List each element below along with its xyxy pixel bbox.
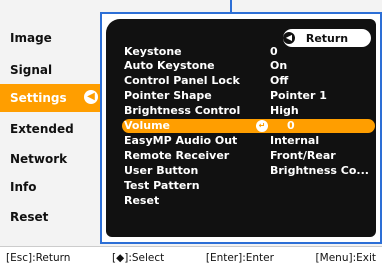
- menu-row-value: 0: [270, 45, 278, 58]
- menu-row-label: Test Pattern: [124, 179, 200, 192]
- sidebar-item-label: Extended: [10, 122, 74, 136]
- enter-arrow-icon: ↵: [256, 120, 268, 132]
- esc-hint: [Esc]:Return: [6, 251, 71, 264]
- sidebar-item-label: Settings: [10, 91, 67, 105]
- sidebar-item-signal[interactable]: Signal: [0, 56, 100, 84]
- pointer-line: [230, 0, 232, 12]
- menu-row-value: High: [270, 104, 299, 117]
- menu-row-value: Off: [270, 74, 289, 87]
- selection-arrow-icon: ◀: [84, 90, 98, 104]
- sidebar-item-label: Signal: [10, 63, 53, 77]
- menu-row-label: User Button: [124, 164, 199, 177]
- sidebar-item-label: Info: [10, 180, 37, 194]
- menu-row-value: On: [270, 59, 288, 72]
- enter-hint: [Enter]:Enter: [205, 251, 274, 264]
- menu-row-user-button[interactable]: User Button Brightness Co...: [122, 164, 375, 178]
- sidebar: Image Signal Settings ◀ Extended Network…: [0, 0, 100, 246]
- menu-row-label: Brightness Control: [124, 104, 241, 117]
- menu-row-pointer-shape[interactable]: Pointer Shape Pointer 1: [122, 89, 375, 103]
- menu-row-label: EasyMP Audio Out: [124, 134, 238, 147]
- menu-row-value: Front/Rear: [270, 149, 336, 162]
- menu-row-label: Pointer Shape: [124, 89, 212, 102]
- sidebar-item-image[interactable]: Image: [0, 24, 100, 52]
- key-help-bar: [Esc]:Return [◆]:Select [Enter]:Enter [M…: [0, 246, 382, 268]
- menu-row-label: Volume: [124, 119, 170, 132]
- menu-row-keystone[interactable]: Keystone 0: [122, 45, 375, 59]
- select-hint: [◆]:Select: [112, 251, 165, 264]
- menu-row-label: Keystone: [124, 45, 182, 58]
- sidebar-item-reset[interactable]: Reset: [0, 203, 100, 231]
- menu-row-label: Control Panel Lock: [124, 74, 240, 87]
- menu-row-auto-keystone[interactable]: Auto Keystone On: [122, 59, 375, 73]
- return-label: Return: [305, 31, 349, 45]
- menu-row-test-pattern[interactable]: Test Pattern: [122, 179, 375, 193]
- sidebar-item-label: Network: [10, 152, 68, 166]
- sidebar-item-settings[interactable]: Settings ◀: [0, 84, 100, 112]
- menu-hint: [Menu]:Exit: [315, 251, 376, 264]
- menu-row-value: 0: [287, 119, 295, 132]
- menu-row-value: Pointer 1: [270, 89, 327, 102]
- menu-row-reset[interactable]: Reset: [122, 194, 375, 208]
- menu-row-easymp-audio-out[interactable]: EasyMP Audio Out Internal: [122, 134, 375, 148]
- menu-row-value: Internal: [270, 134, 320, 147]
- sidebar-item-network[interactable]: Network: [0, 145, 100, 173]
- menu-row-label: Reset: [124, 194, 160, 207]
- menu-row-brightness-control[interactable]: Brightness Control High: [122, 104, 375, 118]
- menu-row-remote-receiver[interactable]: Remote Receiver Front/Rear: [122, 149, 375, 163]
- chevron-left-icon: ◀: [283, 32, 295, 44]
- sidebar-item-extended[interactable]: Extended: [0, 115, 100, 143]
- menu-row-volume[interactable]: Volume ↵ 0: [122, 119, 375, 133]
- menu-row-value: Brightness Co...: [270, 164, 369, 177]
- sidebar-item-info[interactable]: Info: [0, 173, 100, 201]
- menu-row-label: Auto Keystone: [124, 59, 215, 72]
- menu-row-label: Remote Receiver: [124, 149, 230, 162]
- menu-row-control-panel-lock[interactable]: Control Panel Lock Off: [122, 74, 375, 88]
- sidebar-item-label: Image: [10, 31, 52, 45]
- sidebar-item-label: Reset: [10, 210, 49, 224]
